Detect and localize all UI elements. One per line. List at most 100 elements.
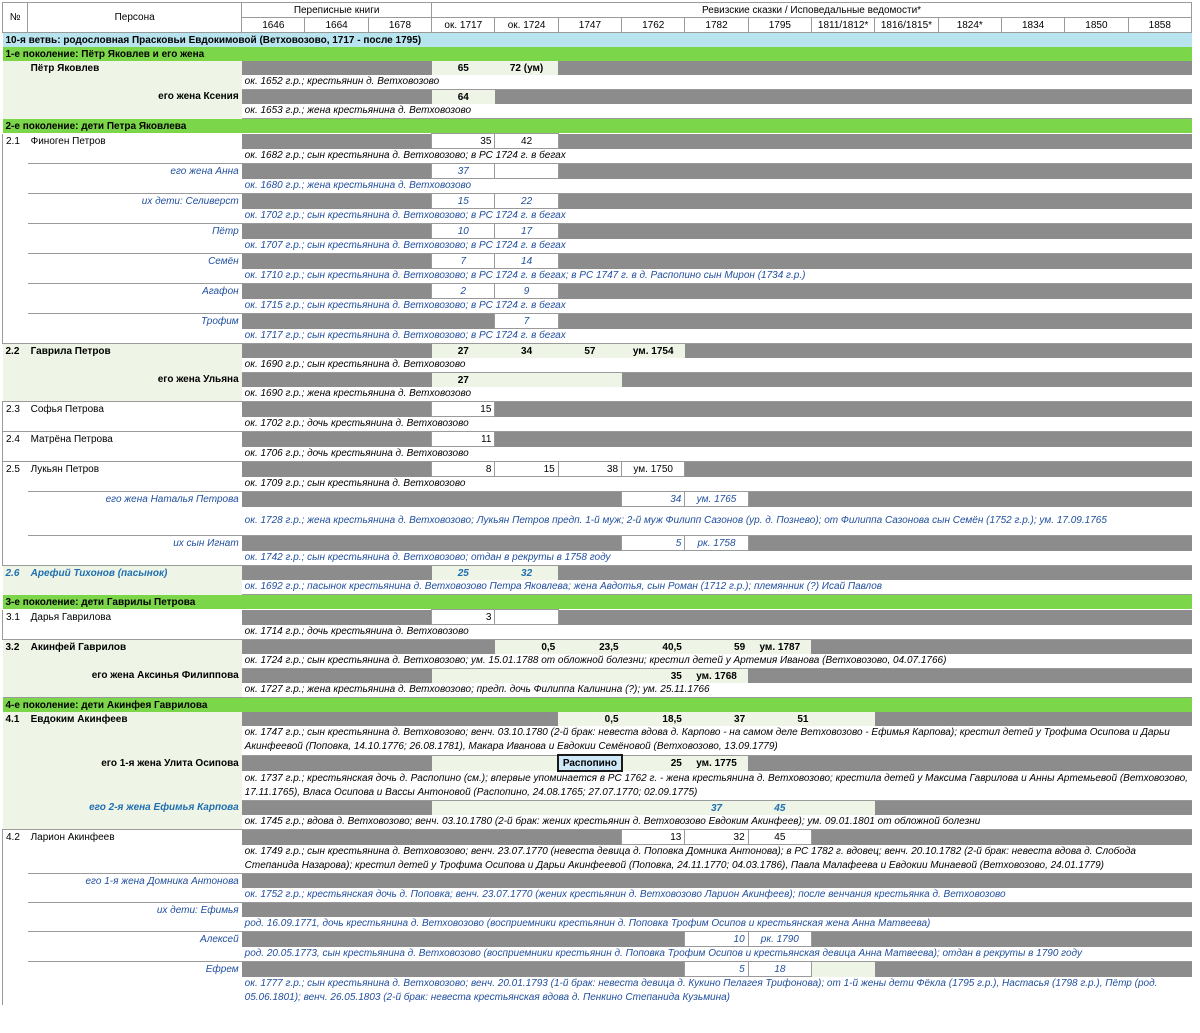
year-1811: 1811/1812* [810, 17, 876, 33]
person-note: ок. 1690 г.р.; сын крестьянина д. Ветхов… [241, 358, 1192, 373]
age-value: 27 [431, 372, 495, 387]
note-row: ок. 1777 г.р.; сын крестьянина д. Ветхов… [1, 976, 1192, 1005]
person-name: Семён [208, 255, 239, 267]
person-no: 4.1 [2, 712, 28, 726]
person-row: Пётр 10 17 [1, 223, 1192, 239]
genealogy-table: № Персона Переписные книги Ревизские ска… [1, 2, 1193, 1005]
person-note: ок. 1709 г.р.; сын крестьянина д. Ветхов… [241, 476, 1192, 492]
age-value: 57 [558, 343, 622, 358]
age-value: 27 [431, 343, 495, 358]
person-row: 2.5 Лукьян Петров 8 15 38 ум. 1750 [1, 461, 1192, 477]
person-name: Арефий Тихонов (пасынок) [27, 565, 242, 580]
age-value: 0,5 [558, 712, 622, 726]
person-row: их дети: Селиверст 15 22 [1, 193, 1192, 209]
age-value: 65 [431, 61, 495, 75]
age-value: 5 [684, 961, 749, 977]
person-name: Финоген Петров [30, 135, 106, 147]
year-1724: ок. 1724 [494, 17, 559, 33]
person-row: его жена Ксения 64 [2, 89, 1192, 104]
person-note: ок. 1702 г.р.; сын крестьянина д. Ветхов… [241, 208, 1192, 224]
year-1795: 1795 [747, 17, 812, 33]
age-value: 23,5 [558, 639, 622, 654]
person-name: Ларион Акинфеев [30, 831, 115, 843]
person-no: 4.2 [1, 829, 28, 845]
person-row: 2.4 Матрёна Петрова 11 [1, 431, 1192, 447]
age-value: 15 [494, 461, 559, 477]
person-name: его 1-я жена Домника Антонова [85, 875, 239, 887]
person-no: 3.2 [2, 639, 28, 654]
year-1782: 1782 [684, 17, 749, 33]
age-value: 7 [431, 253, 496, 269]
age-value: 9 [494, 283, 559, 299]
person-name: Лукьян Петров [30, 463, 100, 475]
person-note: ок. 1747 г.р.; сын крестьянина д. Ветхов… [241, 726, 1192, 756]
place-badge[interactable]: Распопино [557, 754, 623, 772]
person-no: 3.1 [1, 609, 28, 625]
person-note: ок. 1737 г.р.; крестьянская дочь д. Расп… [241, 771, 1192, 801]
person-note: ок. 1702 г.р.; дочь крестьянина д. Ветхо… [241, 416, 1192, 432]
age-value: 17 [494, 223, 559, 239]
age-value: 37 [684, 712, 749, 726]
note-row: ок. 1714 г.р.; дочь крестьянина д. Ветхо… [1, 624, 1192, 640]
note-row: род. 20.05.1773, сын крестьянина д. Ветх… [1, 946, 1192, 962]
age-value: 3 [431, 609, 496, 625]
person-note: ок. 1680 г.р.; жена крестьянина д. Ветхо… [241, 178, 1192, 194]
age-value: 64 [431, 89, 495, 104]
person-name: его жена Анна [170, 165, 239, 177]
age-value: 22 [494, 193, 559, 209]
person-row: 3.1 Дарья Гаврилова 3 [1, 609, 1192, 625]
age-value: ум. 1768 [684, 668, 749, 683]
age-value: 72 (ум) [494, 61, 559, 75]
note-row: ок. 1752 г.р.; крестьянская дочь д. Попо… [1, 888, 1192, 903]
age-value: 18,5 [621, 712, 685, 726]
person-note: ок. 1777 г.р.; сын крестьянина д. Ветхов… [244, 978, 1158, 1003]
person-no: 2.2 [2, 343, 28, 358]
header-no: № [1, 2, 29, 33]
person-name: Трофим [200, 315, 239, 327]
age-value: рк. 1790 [747, 931, 812, 947]
person-note: род. 16.09.1771, дочь крестьянина д. Вет… [241, 917, 1192, 932]
age-value: 8 [431, 461, 496, 477]
person-row: Семён 7 14 [1, 253, 1192, 269]
person-no: 2.3 [1, 401, 28, 417]
person-row: 2.1 Финоген Петров 35 42 [1, 133, 1192, 149]
person-note: ок. 1706 г.р.; дочь крестьянина д. Ветхо… [241, 446, 1192, 462]
age-value: 2 [431, 283, 496, 299]
age-value: 10 [684, 931, 749, 947]
person-no: 2.1 [1, 133, 28, 149]
person-no: 2.5 [1, 461, 28, 477]
note-row: ок. 1702 г.р.; дочь крестьянина д. Ветхо… [1, 416, 1192, 432]
year-1824: 1824* [937, 17, 1002, 33]
person-note: ок. 1714 г.р.; дочь крестьянина д. Ветхо… [241, 624, 1192, 640]
person-name: Дарья Гаврилова [30, 611, 112, 623]
person-name: его жена Аксинья Филиппова [27, 668, 242, 683]
person-row: их сын Игнат 5 рк. 1758 [1, 535, 1192, 551]
age-value: 51 [748, 712, 812, 726]
person-row: его 1-я жена Улита Осипова Распопино 25 … [2, 754, 1192, 772]
age-value: 15 [431, 193, 496, 209]
age-value: 0,5 [494, 639, 559, 654]
note-row: ок. 1749 г.р.; сын крестьянина д. Ветхов… [1, 844, 1192, 874]
person-note: ок. 1752 г.р.; крестьянская дочь д. Попо… [241, 888, 1192, 903]
person-name: Алексей [200, 933, 239, 945]
age-value: ум. 1787 [748, 639, 812, 654]
age-value: 42 [494, 133, 559, 149]
note-row: ок. 1747 г.р.; сын крестьянина д. Ветхов… [2, 726, 1192, 756]
note-row: ок. 1727 г.р.; жена крестьянина д. Ветхо… [2, 683, 1192, 698]
person-no: 2.4 [1, 431, 28, 447]
person-row: 4.1 Евдоким Акинфеев 0,5 18,5 37 51 [2, 712, 1192, 726]
age-value: 25 [621, 755, 685, 771]
person-note: род. 20.05.1773, сын крестьянина д. Ветх… [241, 946, 1192, 962]
age-value: 15 [431, 401, 496, 417]
person-row: Агафон 2 9 [1, 283, 1192, 299]
age-value: 13 [621, 829, 686, 845]
note-row: ок. 1690 г.р.; жена крестьянина д. Ветхо… [2, 387, 1192, 402]
generation-1-title: 1-е поколение: Пётр Яковлев и его жена [2, 47, 1192, 61]
person-name: Ефрем [205, 963, 239, 975]
person-row: 2.2 Гаврила Петров 27 34 57 ум. 1754 [2, 343, 1192, 358]
person-note: ок. 1724 г.р.; сын крестьянина д. Ветхов… [241, 654, 1192, 669]
person-name: их сын Игнат [173, 537, 239, 549]
year-1816: 1816/1815* [874, 17, 939, 33]
person-row: 2.6 Арефий Тихонов (пасынок) 25 32 [2, 565, 1192, 580]
generation-1-row: 1-е поколение: Пётр Яковлев и его жена [2, 47, 1192, 61]
